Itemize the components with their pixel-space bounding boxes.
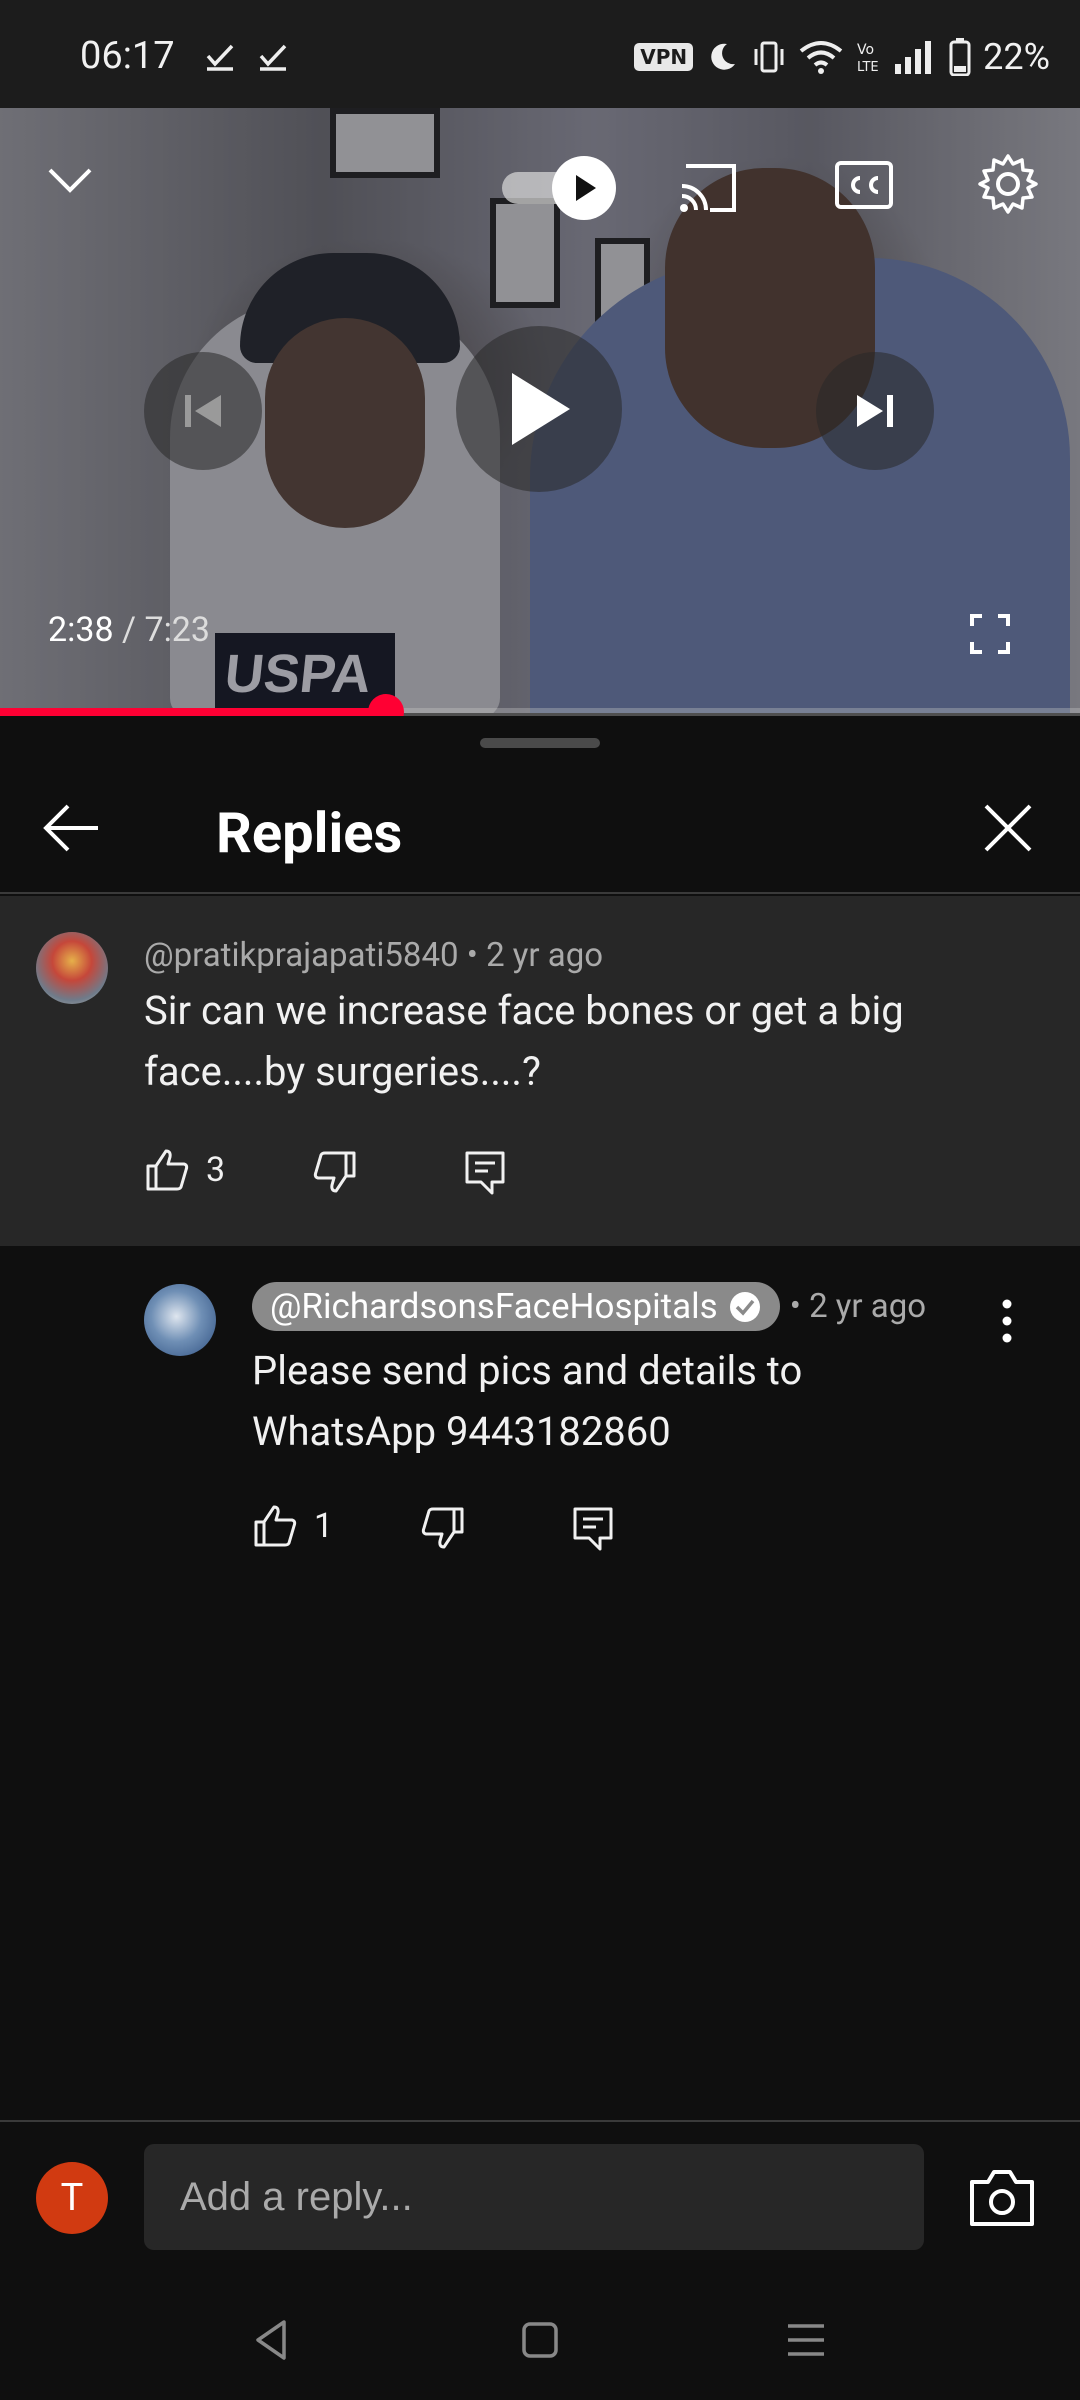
panel-title: Replies	[216, 800, 403, 866]
progress-bar[interactable]	[0, 694, 1080, 730]
previous-button[interactable]	[144, 352, 262, 470]
comment-meta: @pratikprajapati5840 • 2 yr ago	[144, 936, 603, 975]
skip-next-icon	[857, 395, 893, 427]
time-separator: /	[113, 610, 145, 650]
fullscreen-icon[interactable]	[968, 612, 1012, 656]
avatar[interactable]	[36, 932, 108, 1004]
do-not-disturb-moon-icon	[711, 43, 736, 70]
like-button[interactable]: 3	[144, 1148, 225, 1192]
progress-fill	[0, 708, 386, 716]
autoplay-play-icon	[576, 175, 596, 201]
close-icon[interactable]	[972, 792, 1044, 864]
playback-time: 2:38 / 7:23	[48, 610, 210, 650]
status-icons: VPN Vo LTE 22%	[634, 36, 1050, 78]
reply-author: @RichardsonsFaceHospitals	[270, 1286, 718, 1327]
creator-handle-chip[interactable]: @RichardsonsFaceHospitals	[252, 1282, 780, 1331]
nav-home-icon[interactable]	[508, 2308, 572, 2372]
checkmark-icon	[206, 44, 234, 71]
vibrate-icon	[754, 41, 784, 73]
skip-previous-icon	[185, 395, 221, 427]
reply-comment-icon[interactable]	[464, 1150, 506, 1196]
video-duration: 7:23	[144, 610, 211, 650]
nav-back-icon[interactable]	[240, 2308, 304, 2372]
drag-handle[interactable]	[480, 738, 600, 748]
thumbs-down-icon[interactable]	[312, 1150, 358, 1194]
comment-text: Sir can we increase face bones or get a …	[144, 987, 904, 1095]
next-button[interactable]	[816, 352, 934, 470]
minimize-chevron-down-icon[interactable]	[44, 160, 96, 200]
battery-icon	[949, 38, 971, 76]
more-options-icon[interactable]	[990, 1296, 1024, 1346]
back-arrow-icon[interactable]	[36, 792, 108, 864]
volte-icon: Vo LTE	[857, 42, 879, 75]
camera-icon[interactable]	[968, 2166, 1036, 2230]
like-count: 3	[206, 1150, 226, 1190]
like-count: 1	[314, 1506, 334, 1546]
avatar[interactable]	[144, 1284, 216, 1356]
reply-meta: @RichardsonsFaceHospitals • 2 yr ago	[252, 1282, 926, 1331]
like-button[interactable]: 1	[252, 1504, 333, 1548]
battery-percentage: 22%	[983, 36, 1050, 78]
nav-menu-icon[interactable]	[774, 2308, 838, 2372]
reply-composer: T	[0, 2120, 1080, 2280]
closed-captions-icon[interactable]	[834, 160, 894, 210]
verified-check-icon	[729, 1291, 760, 1322]
status-bar: 06:17 VPN Vo LTE 22%	[0, 0, 1080, 108]
cast-icon[interactable]	[676, 160, 740, 216]
status-time: 06:17	[80, 34, 175, 78]
vpn-badge: VPN	[634, 43, 694, 71]
user-avatar[interactable]: T	[36, 2162, 108, 2234]
autoplay-toggle[interactable]	[502, 156, 616, 220]
reply-age: • 2 yr ago	[789, 1287, 927, 1326]
play-button[interactable]	[456, 326, 622, 492]
svg-text:Vo: Vo	[857, 42, 874, 58]
signal-icon	[895, 41, 932, 74]
checkmark-icon	[259, 44, 287, 71]
thumbs-down-icon[interactable]	[420, 1506, 466, 1550]
settings-gear-icon[interactable]	[976, 152, 1040, 216]
video-player[interactable]: USPA 2:38 / 7:23	[0, 108, 1080, 713]
system-nav-bar	[0, 2280, 1080, 2400]
comment-author[interactable]: @pratikprajapati5840	[144, 936, 459, 975]
replies-header: Replies	[0, 756, 1080, 894]
thumbs-up-icon	[254, 1505, 297, 1547]
reply-comment-icon[interactable]	[572, 1506, 614, 1552]
svg-text:LTE: LTE	[857, 60, 879, 75]
reply-text: Please send pics and details to WhatsApp…	[252, 1347, 803, 1455]
play-icon	[512, 373, 570, 445]
thumbs-up-icon	[146, 1149, 189, 1191]
parent-comment: @pratikprajapati5840 • 2 yr ago Sir can …	[0, 896, 1080, 1246]
reply-input[interactable]	[144, 2144, 924, 2250]
comment-age: • 2 yr ago	[466, 936, 604, 975]
current-time: 2:38	[48, 610, 114, 650]
wifi-icon	[799, 41, 843, 74]
